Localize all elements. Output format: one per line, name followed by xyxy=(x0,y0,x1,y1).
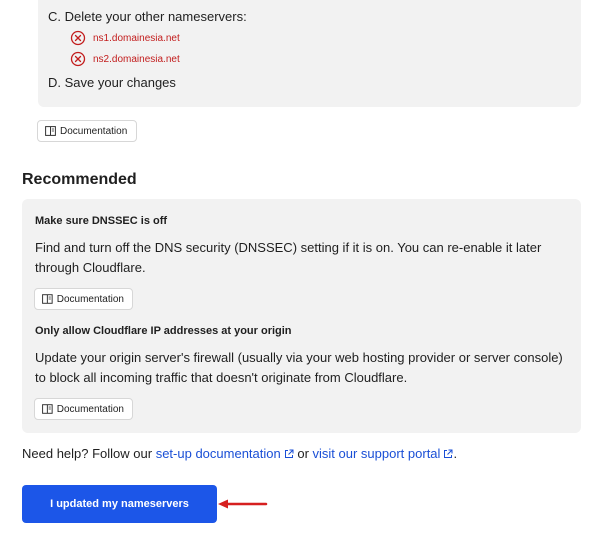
recommended-heading: Recommended xyxy=(22,171,137,188)
documentation-button[interactable]: Documentation xyxy=(34,288,133,310)
step-save-changes: D. Save your changes xyxy=(48,75,176,90)
help-suffix: . xyxy=(453,446,458,461)
documentation-label: Documentation xyxy=(56,403,124,415)
documentation-label: Documentation xyxy=(60,125,128,137)
nameserver-name: ns2.domainesia.net xyxy=(93,53,180,65)
book-icon xyxy=(42,294,53,304)
external-link-icon xyxy=(284,449,294,458)
remove-circle-icon xyxy=(70,51,86,67)
support-portal-label: visit our support portal xyxy=(312,446,441,461)
dnssec-description: Find and turn off the DNS security (DNSS… xyxy=(35,240,542,275)
help-prefix: Need help? Follow our xyxy=(22,446,156,461)
origin-ip-description: Update your origin server's firewall (us… xyxy=(35,350,563,385)
help-middle: or xyxy=(293,446,313,461)
support-portal-link[interactable]: visit our support portal xyxy=(313,446,454,461)
documentation-label: Documentation xyxy=(56,293,124,305)
nameserver-item: ns2.domainesia.net xyxy=(70,51,180,67)
book-icon xyxy=(45,126,56,136)
dnssec-heading: Make sure DNSSEC is off xyxy=(35,215,168,227)
external-link-icon xyxy=(444,449,453,458)
updated-nameservers-button[interactable]: I updated my nameservers xyxy=(22,485,217,523)
book-icon xyxy=(42,404,53,414)
documentation-button[interactable]: Documentation xyxy=(34,398,133,420)
nameserver-item: ns1.domainesia.net xyxy=(70,30,180,46)
setup-documentation-link[interactable]: set-up documentation xyxy=(156,446,294,461)
origin-ip-heading: Only allow Cloudflare IP addresses at yo… xyxy=(35,325,292,337)
step-delete-nameservers: C. Delete your other nameservers: xyxy=(48,9,247,24)
remove-circle-icon xyxy=(70,30,86,46)
nameserver-name: ns1.domainesia.net xyxy=(93,32,180,44)
setup-documentation-label: set-up documentation xyxy=(155,446,281,461)
documentation-button[interactable]: Documentation xyxy=(37,120,137,142)
help-text: Need help? Follow our set-up documentati… xyxy=(22,446,457,461)
annotation-arrow-icon xyxy=(218,499,268,509)
